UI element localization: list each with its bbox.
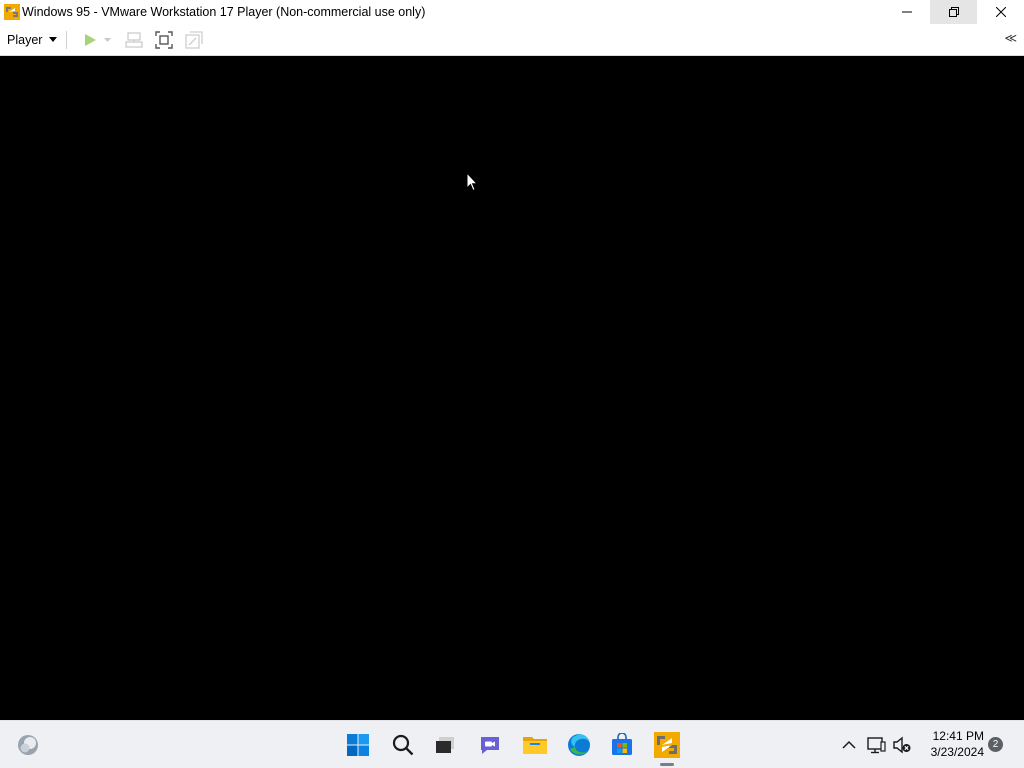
unity-icon [185, 30, 204, 49]
chevron-up-icon [842, 740, 856, 749]
full-screen-icon [155, 30, 174, 49]
clock-time: 12:41 PM [932, 729, 984, 743]
restore-icon [948, 7, 959, 17]
network-icon [867, 737, 886, 754]
vm-display[interactable] [0, 56, 1024, 720]
player-toolbar: Player ≪ [0, 24, 1024, 56]
network-status-button[interactable] [866, 735, 886, 755]
chevron-down-icon [49, 37, 58, 42]
volume-button[interactable] [892, 735, 912, 755]
widgets-icon [18, 735, 38, 755]
store-icon [612, 733, 632, 755]
start-icon [347, 734, 369, 756]
clock-date: 3/23/2024 [930, 745, 984, 759]
vmware-app-icon[interactable] [4, 4, 20, 20]
unity-button[interactable] [183, 29, 205, 51]
taskbar: 12:41 PM 3/23/2024 [0, 720, 1024, 768]
task-view-button[interactable] [429, 729, 461, 761]
clock[interactable]: 12:41 PM 3/23/2024 [922, 728, 984, 760]
teams-chat-button[interactable] [474, 729, 506, 761]
close-button[interactable] [977, 0, 1024, 24]
mouse-cursor-icon [466, 172, 478, 192]
notification-badge[interactable]: 2 [988, 737, 1003, 752]
collapse-toolbar-button[interactable]: ≪ [1004, 31, 1017, 45]
microsoft-store-button[interactable] [606, 729, 638, 761]
send-ctrl-alt-del-button[interactable] [123, 29, 145, 51]
window-title: Windows 95 - VMware Workstation 17 Playe… [22, 5, 426, 19]
show-hidden-icons-button[interactable] [839, 735, 859, 755]
vmware-taskbar-button[interactable] [651, 729, 683, 761]
edge-button[interactable] [563, 729, 595, 761]
task-view-icon [436, 737, 454, 753]
minimize-button[interactable] [883, 0, 930, 24]
volume-muted-icon [893, 736, 911, 754]
chevron-down-icon [103, 37, 111, 42]
title-bar: Windows 95 - VMware Workstation 17 Playe… [0, 0, 1024, 24]
full-screen-button[interactable] [153, 29, 175, 51]
teams-chat-icon [481, 737, 499, 754]
widgets-button[interactable] [12, 729, 44, 761]
minimize-icon [901, 11, 912, 13]
power-on-button[interactable] [79, 29, 101, 51]
restore-button[interactable] [930, 0, 977, 24]
player-menu-label: Player [7, 32, 43, 47]
file-explorer-icon [523, 737, 547, 754]
edge-icon [568, 734, 590, 756]
ctrl-alt-del-icon [125, 31, 144, 48]
active-app-indicator [660, 763, 674, 766]
toolbar-separator [66, 30, 68, 49]
window-controls [883, 0, 1024, 24]
vmware-icon [654, 732, 680, 758]
play-icon [85, 33, 97, 46]
file-explorer-button[interactable] [519, 729, 551, 761]
start-button[interactable] [342, 729, 374, 761]
player-menu-button[interactable]: Player [7, 28, 58, 52]
search-button[interactable] [387, 729, 419, 761]
search-icon [392, 734, 414, 756]
close-icon [995, 7, 1006, 17]
power-options-dropdown[interactable] [101, 29, 113, 51]
